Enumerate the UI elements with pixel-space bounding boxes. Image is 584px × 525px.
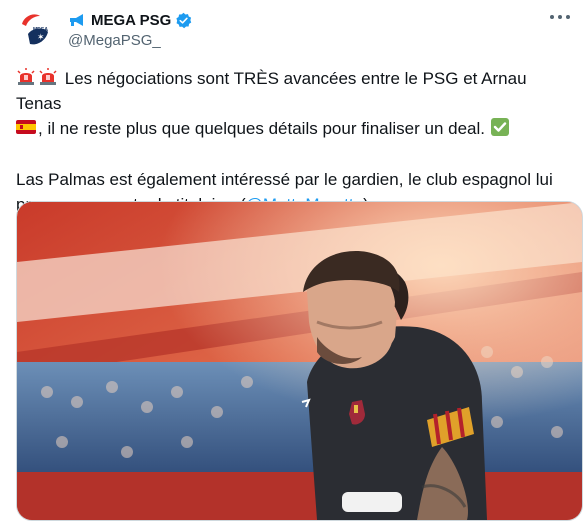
photo-image: [17, 202, 582, 520]
megaphone-icon: [70, 14, 83, 26]
mega-logo-icon: MEGA ✶: [22, 14, 48, 45]
siren-icon: [17, 68, 35, 85]
avatar[interactable]: MEGA ✶: [16, 10, 56, 50]
handle[interactable]: @MegaPSG_: [68, 32, 192, 49]
tweet-text-line1: Les négociations sont TRÈS avancées entr…: [16, 69, 527, 113]
svg-text:✶: ✶: [37, 32, 45, 42]
tweet-text: Les négociations sont TRÈS avancées entr…: [16, 66, 572, 217]
verified-badge-icon: [176, 12, 192, 28]
tweet-text-line2: , il ne reste plus que quelques détails …: [38, 119, 486, 138]
display-name[interactable]: MEGA PSG: [91, 12, 171, 29]
tweet-card[interactable]: MEGA ✶ MEGA PSG @MegaPSG_ Les négociatio…: [0, 0, 584, 525]
more-options-icon[interactable]: [550, 14, 570, 20]
tweet-paragraph-1: Les négociations sont TRÈS avancées entr…: [16, 66, 572, 141]
author-info: MEGA PSG @MegaPSG_: [68, 10, 192, 49]
goalkeeper-photo[interactable]: [16, 201, 583, 521]
check-mark-icon: [490, 118, 509, 136]
spain-flag-icon: [16, 120, 36, 134]
siren-icon: [39, 68, 57, 85]
